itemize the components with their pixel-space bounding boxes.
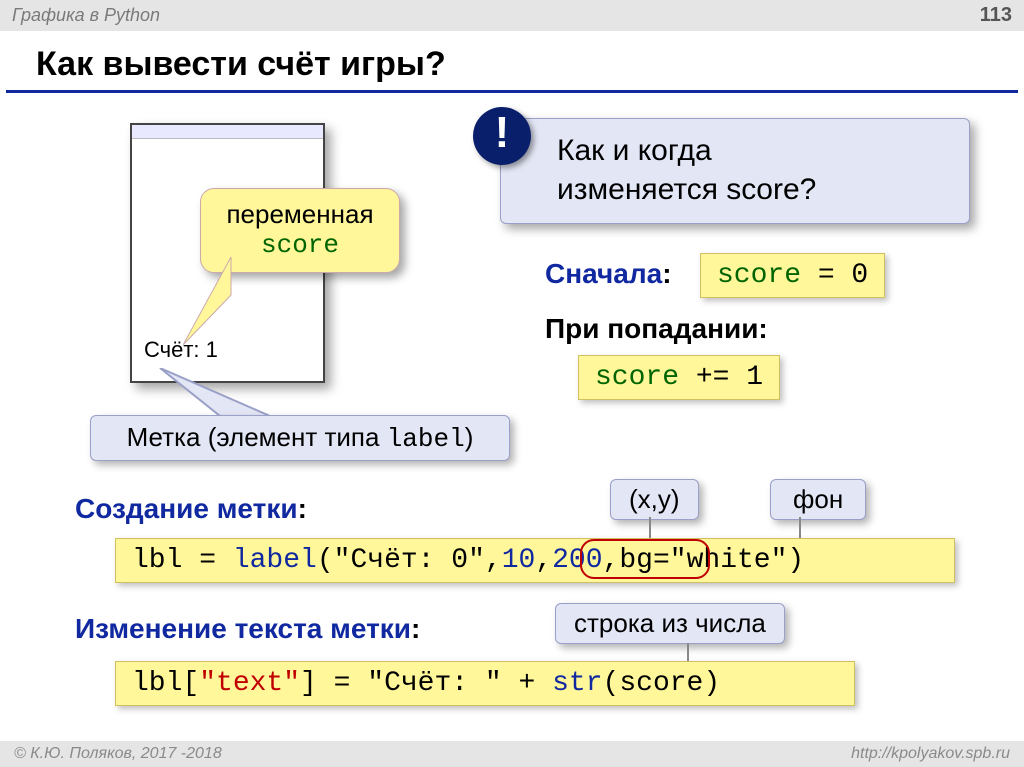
page-number: 113 (980, 4, 1012, 27)
slide-header: Графика в Python 113 (0, 0, 1024, 31)
exclaim-line2: изменяется score? (557, 170, 951, 209)
slide-footer: © К.Ю. Поляков, 2017 -2018 http://kpolya… (0, 741, 1024, 767)
bg-annotation: фон (770, 479, 866, 520)
code-change-text: lbl["text"] = "Счёт: " + str(score) (115, 661, 855, 706)
create-label: Создание метки: (75, 493, 307, 525)
variable-bubble: переменная score (200, 188, 400, 273)
footer-copyright: © К.Ю. Поляков, 2017 -2018 (14, 745, 222, 763)
code-create-label: lbl = label("Счёт: 0",10,200,bg="white") (115, 538, 955, 583)
label-description-box: Метка (элемент типа label) (90, 415, 510, 461)
bubble-line1: переменная (215, 199, 385, 230)
xy-highlight-ring (580, 539, 710, 579)
labelbox-prefix: Метка (элемент типа (127, 422, 387, 452)
exclaim-icon: ! (473, 107, 531, 165)
labelbox-suffix: ) (465, 422, 474, 452)
slide-body: Счёт: 1 переменная score Метка (элемент … (0, 93, 1024, 733)
labelbox-code: label (387, 424, 465, 454)
xy-annotation: (x,y) (610, 479, 699, 520)
window-titlebar (132, 125, 323, 139)
strnum-annotation: строка из числа (555, 603, 785, 644)
section-title: Графика в Python (12, 5, 160, 26)
slide-title: Как вывести счёт игры? (6, 31, 1018, 93)
exclaim-box: ! Как и когда изменяется score? (500, 118, 970, 224)
bubble-var: score (215, 230, 385, 260)
footer-url: http://kpolyakov.spb.ru (851, 745, 1010, 763)
initially-label: Сначала: (545, 258, 672, 290)
bubble-tail-icon (183, 257, 233, 347)
on-hit-label: При попадании: (545, 313, 768, 345)
exclaim-line1: Как и когда (557, 131, 951, 170)
code-initial: score = 0 (700, 253, 885, 298)
code-on-hit: score += 1 (578, 355, 780, 400)
change-label: Изменение текста метки: (75, 613, 420, 645)
